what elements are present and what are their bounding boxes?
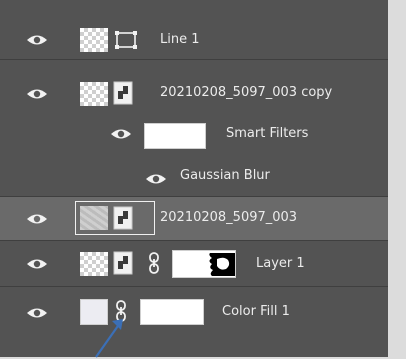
eye-icon[interactable] [110,127,132,141]
layer-thumbnail[interactable] [80,206,108,230]
smart-filter-mask-thumbnail[interactable] [144,123,206,149]
eye-icon[interactable] [26,306,48,320]
layer-thumbnail[interactable] [80,28,108,52]
smart-object-badge-icon [113,81,133,105]
filter-row-gaussian-blur[interactable]: Gaussian Blur [0,151,388,197]
layer-name[interactable]: Line 1 [160,32,200,48]
eye-icon[interactable] [145,172,167,186]
smart-object-badge-icon [113,206,133,230]
eye-icon[interactable] [26,257,48,271]
layer-thumbnail[interactable] [80,82,108,106]
layer-name[interactable]: Layer 1 [256,256,305,272]
link-chain-icon[interactable] [148,252,160,274]
layer-name[interactable]: Color Fill 1 [222,304,290,320]
panel-top-strip [0,0,388,20]
arrow-cursor-icon [95,319,123,358]
smart-filters-row[interactable]: Smart Filters [0,111,388,151]
layer-row-smart-object-copy[interactable]: 20210208_5097_003 copy [0,60,388,111]
smart-filters-label[interactable]: Smart Filters [226,126,308,142]
layer-row-line-1[interactable]: Line 1 [0,20,388,60]
smart-object-badge-icon [113,251,133,275]
vector-mask-icon[interactable] [114,30,138,50]
layer-mask-thumbnail[interactable] [140,299,204,325]
filter-name[interactable]: Gaussian Blur [180,168,270,184]
layer-mask-thumbnail[interactable] [172,250,236,278]
layer-thumbnail[interactable] [80,252,108,276]
layer-row-layer-1[interactable]: Layer 1 [0,241,388,287]
layer-row-color-fill-1[interactable]: Color Fill 1 [0,287,388,339]
layers-panel: Line 1 20210208_5097_003 copy Smart Filt… [0,20,388,357]
layer-name[interactable]: 20210208_5097_003 [160,210,297,226]
layer-row-smart-object[interactable]: 20210208_5097_003 [0,197,388,241]
eye-icon[interactable] [26,212,48,226]
eye-icon[interactable] [26,87,48,101]
layer-name[interactable]: 20210208_5097_003 copy [160,85,332,101]
eye-icon[interactable] [26,33,48,47]
